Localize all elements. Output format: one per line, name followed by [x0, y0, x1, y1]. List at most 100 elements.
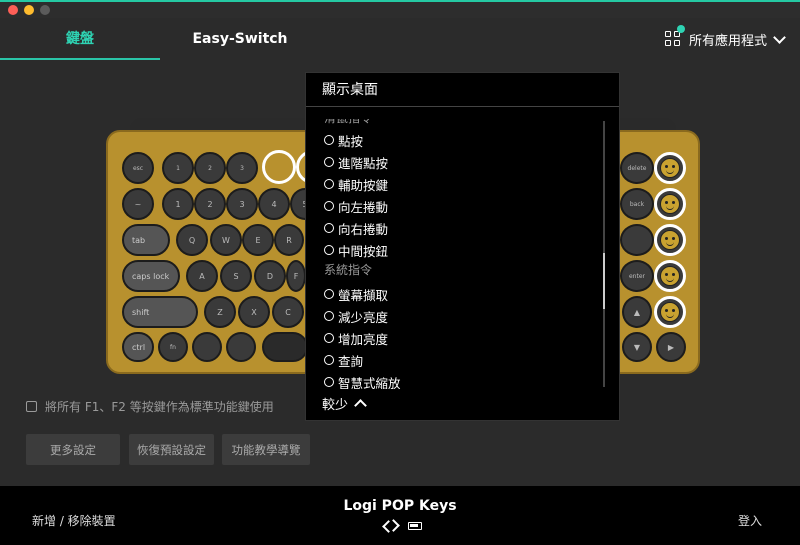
key-arrow-up[interactable]: ▲ — [622, 296, 652, 328]
zoom-window-button[interactable] — [40, 5, 50, 15]
key-c[interactable]: C — [272, 296, 304, 328]
key-r[interactable]: R — [274, 224, 304, 256]
device-status-icons — [384, 520, 422, 532]
key-option[interactable] — [192, 332, 222, 362]
popup-scrollbar[interactable] — [603, 121, 605, 387]
action-option[interactable]: 進階點按 — [306, 151, 606, 173]
emoji-key-3[interactable] — [654, 224, 686, 256]
feature-tour-button[interactable]: 功能教學導覽 — [222, 434, 310, 465]
key-command[interactable] — [226, 332, 256, 362]
tab-keyboard-label: 鍵盤 — [66, 31, 94, 47]
key-bracket[interactable] — [620, 224, 654, 256]
action-option[interactable]: 向左捲動 — [306, 195, 606, 217]
add-remove-device-link[interactable]: 新增 / 移除裝置 — [32, 512, 116, 529]
key-tilde[interactable]: ~ — [122, 188, 154, 220]
header: 鍵盤 Easy-Switch 所有應用程式 — [0, 18, 800, 60]
radio-icon — [324, 245, 334, 255]
emoji-key-1[interactable] — [654, 152, 686, 184]
emoji-icon — [660, 266, 680, 286]
all-apps-label: 所有應用程式 — [688, 33, 767, 49]
show-less-button[interactable]: 較少 — [322, 394, 367, 413]
radio-icon — [324, 311, 334, 321]
title-bar-accent — [0, 0, 800, 2]
key-d[interactable]: D — [254, 260, 286, 292]
action-list[interactable]: 滑鼠指令 點按 進階點按 輔助按鍵 向左捲動 向右捲動 中間按鈕 系統指令 螢幕… — [306, 119, 606, 389]
action-option[interactable]: 點按 — [306, 129, 606, 151]
radio-icon — [324, 333, 334, 343]
action-option[interactable]: 中間按鈕 — [306, 239, 606, 261]
device-name: Logi POP Keys — [343, 498, 457, 514]
key-e[interactable]: E — [242, 224, 274, 256]
key-3[interactable]: 3 — [226, 188, 258, 220]
action-option[interactable]: 向右捲動 — [306, 217, 606, 239]
action-option[interactable]: 智慧式縮放 — [306, 371, 606, 389]
all-apps-selector[interactable]: 所有應用程式 — [664, 18, 786, 60]
tab-easy-switch-label: Easy-Switch — [192, 31, 288, 47]
section-heading-system: 系統指令 — [324, 263, 373, 277]
section-heading-mouse: 滑鼠指令 — [306, 119, 606, 129]
login-link[interactable]: 登入 — [738, 512, 762, 529]
key-space[interactable] — [262, 332, 308, 362]
key-shift[interactable]: shift — [122, 296, 198, 328]
emoji-icon — [660, 194, 680, 214]
notification-dot — [676, 25, 685, 33]
key-arrow-down[interactable]: ▼ — [622, 332, 652, 362]
tab-keyboard[interactable]: 鍵盤 — [0, 18, 160, 60]
key-s[interactable]: S — [220, 260, 252, 292]
key-fn[interactable]: fn — [158, 332, 188, 362]
fkeys-option[interactable]: 將所有 F1、F2 等按鍵作為標準功能鍵使用 — [26, 398, 274, 415]
radio-icon — [324, 179, 334, 189]
key-q[interactable]: Q — [176, 224, 208, 256]
apps-grid-icon — [664, 25, 685, 47]
action-option[interactable]: 螢幕擷取 — [306, 283, 606, 305]
emoji-key-2[interactable] — [654, 188, 686, 220]
tab-easy-switch[interactable]: Easy-Switch — [160, 18, 320, 60]
radio-icon — [324, 157, 334, 167]
key-f[interactable]: F — [286, 260, 306, 292]
key-tab[interactable]: tab — [122, 224, 170, 256]
key-enter[interactable]: enter — [620, 260, 654, 292]
key-caps-lock[interactable]: caps lock — [122, 260, 180, 292]
fkeys-label: 將所有 F1、F2 等按鍵作為標準功能鍵使用 — [45, 400, 274, 414]
action-option[interactable]: 查詢 — [306, 349, 606, 371]
key-ctrl[interactable]: ctrl — [122, 332, 154, 362]
more-settings-button[interactable]: 更多設定 — [26, 434, 120, 465]
minimize-window-button[interactable] — [24, 5, 34, 15]
radio-icon — [324, 201, 334, 211]
footer: 新增 / 移除裝置 Logi POP Keys 登入 — [0, 486, 800, 545]
emoji-icon — [660, 158, 680, 178]
radio-icon — [324, 223, 334, 233]
key-a[interactable]: A — [186, 260, 218, 292]
key-w[interactable]: W — [210, 224, 242, 256]
key-z[interactable]: Z — [204, 296, 236, 328]
chevron-up-icon — [354, 398, 367, 412]
popup-title: 顯示桌面 — [306, 73, 619, 107]
show-less-label: 較少 — [322, 397, 349, 413]
title-bar — [0, 0, 800, 18]
key-arrow-right[interactable]: ▶ — [656, 332, 686, 362]
key-f3[interactable]: 3 — [226, 152, 258, 184]
key-esc[interactable]: esc — [122, 152, 154, 184]
key-backslash[interactable]: back — [620, 188, 654, 220]
key-x[interactable]: X — [238, 296, 270, 328]
restore-defaults-button[interactable]: 恢復預設設定 — [129, 434, 214, 465]
action-option[interactable]: 減少亮度 — [306, 305, 606, 327]
emoji-key-5[interactable] — [654, 296, 686, 328]
chevron-down-icon — [773, 30, 786, 44]
key-f1[interactable]: 1 — [162, 152, 194, 184]
key-1[interactable]: 1 — [162, 188, 194, 220]
radio-icon — [324, 355, 334, 365]
fkeys-checkbox[interactable] — [26, 401, 37, 412]
key-f2[interactable]: 2 — [194, 152, 226, 184]
key-delete[interactable]: delete — [620, 152, 654, 184]
emoji-key-4[interactable] — [654, 260, 686, 292]
key-action-popup: 顯示桌面 滑鼠指令 點按 進階點按 輔助按鍵 向左捲動 向右捲動 中間按鈕 系統… — [305, 72, 620, 421]
radio-icon — [324, 289, 334, 299]
key-4[interactable]: 4 — [258, 188, 290, 220]
action-option[interactable]: 增加亮度 — [306, 327, 606, 349]
close-window-button[interactable] — [8, 5, 18, 15]
action-option[interactable]: 輔助按鍵 — [306, 173, 606, 195]
key-2[interactable]: 2 — [194, 188, 226, 220]
scrollbar-thumb[interactable] — [603, 253, 605, 309]
key-f4-highlight[interactable] — [262, 150, 296, 184]
